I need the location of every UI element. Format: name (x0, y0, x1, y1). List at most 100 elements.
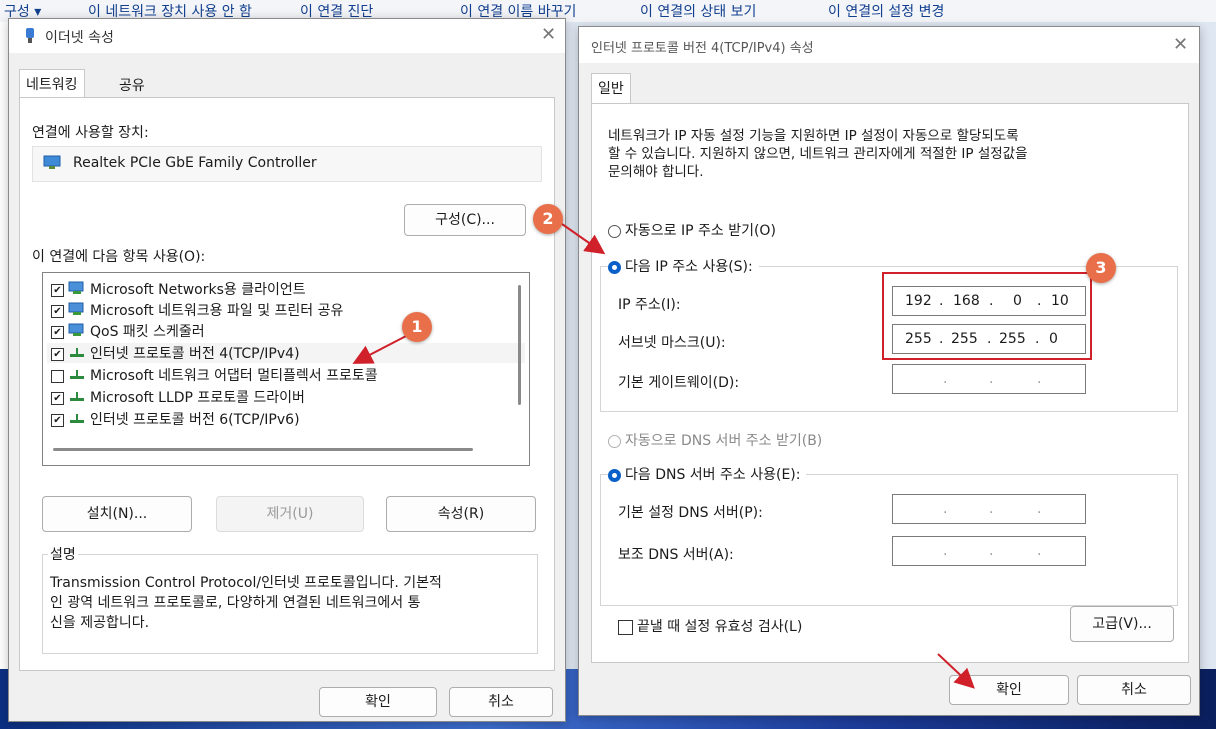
advanced-button[interactable]: 고급(V)... (1070, 606, 1174, 642)
network-adapter-icon (23, 27, 37, 49)
menu-change-settings[interactable]: 이 연결의 설정 변경 (828, 1, 944, 21)
item-label: Microsoft 네트워크 어댑터 멀티플렉서 프로토콜 (90, 368, 378, 384)
list-item[interactable]: ✔ Microsoft LLDP 프로토콜 드라이버 (51, 387, 305, 407)
subnet-label: 서브넷 마스크(U): (618, 335, 726, 351)
ip-dot: . (1037, 371, 1042, 387)
ip-dot: . (989, 371, 994, 387)
checkbox[interactable]: ✔ (51, 413, 64, 427)
dialog-title: 이더넷 속성 (45, 30, 114, 46)
configure-button[interactable]: 구성(C)... (404, 204, 526, 236)
network-card-icon (43, 155, 61, 175)
title-bar: 인터넷 프로토콜 버전 4(TCP/IPv4) 속성 ✕ (579, 27, 1199, 63)
list-item[interactable]: Microsoft 네트워크 어댑터 멀티플렉서 프로토콜 (51, 365, 378, 385)
ok-button[interactable]: 확인 (949, 675, 1069, 705)
menu-view-status[interactable]: 이 연결의 상태 보기 (640, 1, 756, 21)
manual-ip-option[interactable]: 다음 IP 주소 사용(S): (608, 256, 759, 276)
auto-dns-option[interactable]: 자동으로 DNS 서버 주소 받기(B) (608, 430, 822, 450)
close-icon[interactable]: ✕ (1173, 34, 1188, 55)
remove-button[interactable]: 제거(U) (216, 496, 364, 532)
general-panel: 네트워크가 IP 자동 설정 기능을 지원하면 IP 설정이 자동으로 할당되도… (591, 103, 1189, 663)
ip-dot: . (1037, 543, 1042, 559)
install-button[interactable]: 설치(N)... (42, 496, 192, 532)
vertical-scrollbar[interactable] (518, 285, 521, 405)
protocol-icon (68, 411, 86, 429)
title-bar: 이더넷 속성 ✕ (9, 19, 565, 53)
client-icon (68, 302, 86, 320)
description-label: 설명 (48, 544, 78, 564)
manual-dns-label: 다음 DNS 서버 주소 사용(E): (625, 467, 801, 483)
checkbox[interactable]: ✔ (51, 325, 64, 339)
manual-dns-option[interactable]: 다음 DNS 서버 주소 사용(E): (608, 464, 807, 484)
checkbox[interactable]: ✔ (51, 283, 64, 297)
client-icon (68, 281, 86, 299)
step-badge-3: 3 (1086, 253, 1116, 283)
radio-button-selected[interactable] (608, 468, 621, 482)
ip-dot: . (1037, 501, 1042, 517)
description-line-2: 인 광역 네트워크 프로토콜로, 다양하게 연결된 네트워크에서 통 (50, 595, 421, 611)
properties-button[interactable]: 속성(R) (386, 496, 536, 532)
tab-sharing[interactable]: 공유 (119, 75, 145, 95)
checkbox[interactable]: ✔ (51, 304, 64, 318)
close-icon[interactable]: ✕ (541, 24, 556, 45)
tab-general[interactable]: 일반 (591, 73, 631, 106)
horizontal-scrollbar[interactable] (53, 448, 473, 451)
tab-networking[interactable]: 네트워킹 (19, 69, 85, 100)
ip-dot: . (943, 543, 948, 559)
cancel-button[interactable]: 취소 (449, 687, 553, 717)
checkbox[interactable] (618, 619, 633, 635)
alternate-dns-label: 보조 DNS 서버(A): (618, 547, 734, 563)
connect-using-label: 연결에 사용할 장치: (32, 125, 149, 141)
manual-ip-label: 다음 IP 주소 사용(S): (625, 259, 753, 275)
auto-ip-label: 자동으로 IP 주소 받기(O) (625, 223, 776, 239)
auto-dns-label: 자동으로 DNS 서버 주소 받기(B) (625, 433, 823, 449)
background-window (0, 22, 8, 682)
auto-ip-option[interactable]: 자동으로 IP 주소 받기(O) (608, 220, 776, 240)
dns-settings-group (600, 474, 1178, 606)
preferred-dns-field[interactable]: . . . (892, 494, 1086, 524)
list-item[interactable]: ✔ QoS 패킷 스케줄러 (51, 321, 205, 341)
radio-button-disabled[interactable] (608, 434, 621, 448)
checkbox[interactable]: ✔ (51, 391, 64, 405)
validate-option[interactable]: 끝낼 때 설정 유효성 검사(L) (618, 616, 802, 636)
components-list[interactable]: ✔ Microsoft Networks용 클라이언트 ✔ Microsoft 네트… (42, 272, 530, 466)
networking-panel: 연결에 사용할 장치: Realtek PCIe GbE Family Cont… (19, 97, 555, 671)
item-label: 인터넷 프로토콜 버전 4(TCP/IPv4) (90, 346, 300, 362)
list-item-ipv4-selected[interactable]: ✔ 인터넷 프로토콜 버전 4(TCP/IPv4) (47, 343, 525, 363)
items-label: 이 연결에 다음 항목 사용(O): (32, 249, 206, 265)
device-name: Realtek PCIe GbE Family Controller (73, 155, 317, 171)
checkbox[interactable]: ✔ (51, 347, 64, 361)
list-item[interactable]: ✔ 인터넷 프로토콜 버전 6(TCP/IPv6) (51, 409, 300, 429)
cancel-button[interactable]: 취소 (1077, 675, 1191, 705)
ok-button[interactable]: 확인 (319, 687, 437, 717)
ip-dot: . (943, 501, 948, 517)
client-icon (68, 323, 86, 341)
checkbox[interactable] (51, 369, 64, 383)
gateway-field[interactable]: . . . (892, 364, 1086, 394)
list-item[interactable]: ✔ Microsoft Networks용 클라이언트 (51, 279, 306, 299)
protocol-icon (68, 367, 86, 385)
step-badge-1: 1 (402, 312, 432, 342)
alternate-dns-field[interactable]: . . . (892, 536, 1086, 566)
radio-button-selected[interactable] (608, 260, 621, 274)
intro-line-1: 네트워크가 IP 자동 설정 기능을 지원하면 IP 설정이 자동으로 할당되도… (608, 128, 1019, 144)
dialog-title: 인터넷 프로토콜 버전 4(TCP/IPv4) 속성 (591, 41, 814, 56)
item-label: Microsoft 네트워크용 파일 및 프린터 공유 (90, 303, 344, 319)
ethernet-properties-dialog: 이더넷 속성 ✕ 네트워킹 공유 연결에 사용할 장치: Realtek PCI… (8, 18, 566, 722)
device-box: Realtek PCIe GbE Family Controller (32, 146, 542, 182)
ip-address-label: IP 주소(I): (618, 297, 681, 313)
description-line-1: Transmission Control Protocol/인터넷 프로토콜입니… (50, 575, 442, 591)
item-label: Microsoft LLDP 프로토콜 드라이버 (90, 390, 305, 406)
highlight-box (882, 272, 1092, 360)
ip-dot: . (989, 501, 994, 517)
preferred-dns-label: 기본 설정 DNS 서버(P): (618, 505, 763, 521)
intro-line-2: 할 수 있습니다. 지원하지 않으면, 네트워크 관리자에게 적절한 IP 설정… (608, 146, 1028, 162)
list-item[interactable]: ✔ Microsoft 네트워크용 파일 및 프린터 공유 (51, 300, 343, 320)
step-badge-2: 2 (533, 204, 563, 234)
ip-dot: . (943, 371, 948, 387)
description-line-3: 신을 제공합니다. (50, 615, 150, 631)
protocol-icon (68, 345, 86, 363)
item-label: QoS 패킷 스케줄러 (90, 324, 205, 340)
item-label: 인터넷 프로토콜 버전 6(TCP/IPv6) (90, 412, 300, 428)
ip-dot: . (989, 543, 994, 559)
radio-button[interactable] (608, 224, 621, 238)
